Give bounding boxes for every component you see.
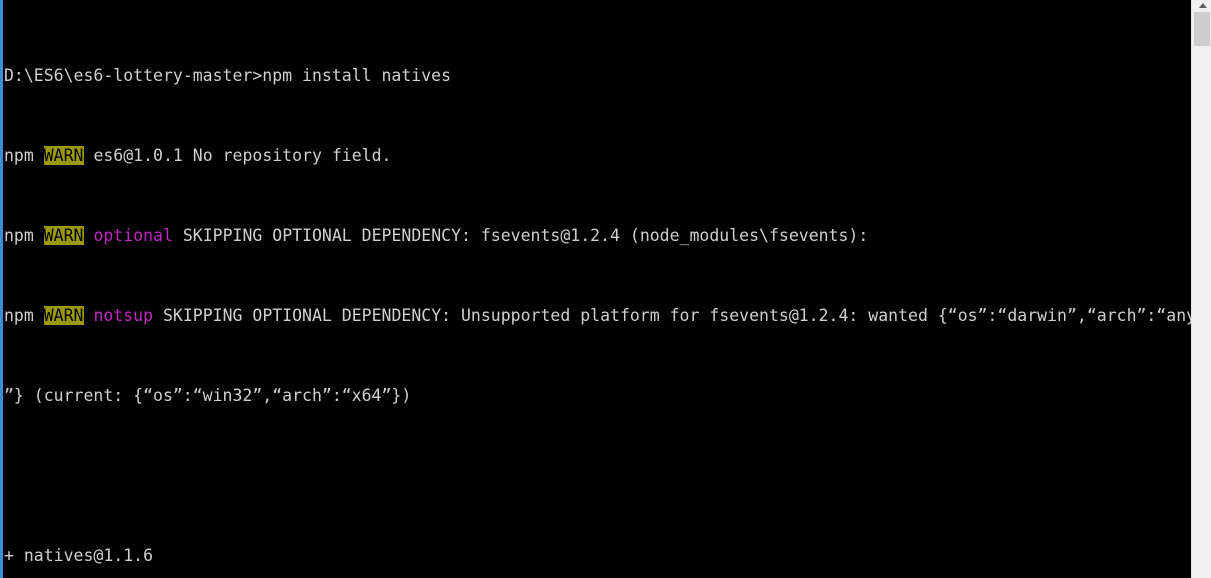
install-added-package: + natives@1.1.6 bbox=[4, 546, 154, 565]
scrollbar-thumb[interactable] bbox=[1194, 12, 1210, 46]
npm-label: npm bbox=[4, 226, 34, 245]
terminal-line-command-1: D:\ES6\es6-lottery-master>npm install na… bbox=[4, 66, 1191, 86]
warn-message-3: SKIPPING OPTIONAL DEPENDENCY: Unsupporte… bbox=[162, 306, 1191, 325]
scroll-up-arrow-icon[interactable] bbox=[1199, 3, 1207, 8]
npm-label: npm bbox=[4, 146, 34, 165]
terminal-line-warn-3: npm WARN notsup SKIPPING OPTIONAL DEPEND… bbox=[4, 306, 1191, 326]
warn-badge: WARN bbox=[43, 306, 84, 325]
warn-badge: WARN bbox=[43, 146, 84, 165]
warn-message-2: SKIPPING OPTIONAL DEPENDENCY: fsevents@1… bbox=[182, 226, 869, 245]
warn-message-1: es6@1.0.1 No repository field. bbox=[93, 146, 392, 165]
terminal-line-warn-2: npm WARN optional SKIPPING OPTIONAL DEPE… bbox=[4, 226, 1191, 246]
vertical-scrollbar[interactable] bbox=[1191, 0, 1211, 578]
warn-tag-notsup: notsup bbox=[93, 306, 154, 325]
terminal-line-warn-3-wrap: ”} (current: {“os”:“win32”,“arch”:“x64”}… bbox=[4, 386, 1191, 406]
terminal-line-install-added: + natives@1.1.6 bbox=[4, 546, 1191, 566]
prompt-path-1: D:\ES6\es6-lottery-master> bbox=[4, 66, 263, 85]
terminal-window: D:\ES6\es6-lottery-master>npm install na… bbox=[0, 0, 1211, 578]
warn-message-3-wrapped: ”} (current: {“os”:“win32”,“arch”:“x64”}… bbox=[4, 386, 412, 405]
terminal-line-warn-1: npm WARN es6@1.0.1 No repository field. bbox=[4, 146, 1191, 166]
command-text-1: npm install natives bbox=[262, 66, 452, 85]
warn-tag-optional: optional bbox=[93, 226, 173, 245]
console-output-area[interactable]: D:\ES6\es6-lottery-master>npm install na… bbox=[3, 0, 1191, 578]
npm-label: npm bbox=[4, 306, 34, 325]
warn-badge: WARN bbox=[43, 226, 84, 245]
